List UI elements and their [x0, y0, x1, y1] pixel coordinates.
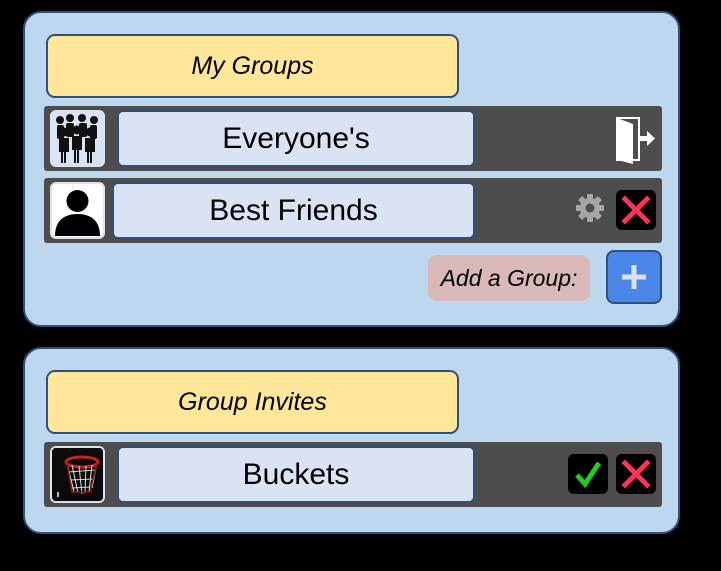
group-row-everyones[interactable]: Everyone's: [44, 106, 662, 171]
group-row-best-friends[interactable]: Best Friends: [44, 178, 662, 243]
leave-group-icon[interactable]: [615, 114, 657, 164]
plus-icon: [622, 265, 646, 289]
checkmark-icon: [575, 461, 602, 489]
close-icon: [621, 459, 651, 489]
add-group-label: Add a Group:: [428, 255, 590, 301]
invite-name-buckets: Buckets: [117, 446, 475, 503]
add-group-button[interactable]: [606, 250, 662, 304]
invite-row-buckets[interactable]: Buckets: [44, 442, 662, 507]
group-invites-title: Group Invites: [46, 370, 459, 434]
my-groups-panel: My Groups Everyone's Best Friends Add a …: [23, 11, 680, 327]
accept-invite-button[interactable]: [568, 454, 608, 494]
close-icon[interactable]: [616, 190, 656, 230]
basketball-hoop-image: [50, 446, 105, 503]
group-name-best-friends: Best Friends: [112, 182, 475, 239]
gear-icon[interactable]: [575, 193, 605, 223]
my-groups-title: My Groups: [46, 34, 459, 98]
people-group-icon: [50, 110, 105, 167]
reject-invite-button[interactable]: [616, 454, 656, 494]
group-name-everyones: Everyone's: [117, 110, 475, 167]
group-invites-panel: Group Invites Buckets: [23, 347, 680, 534]
person-silhouette-icon: [50, 182, 105, 239]
